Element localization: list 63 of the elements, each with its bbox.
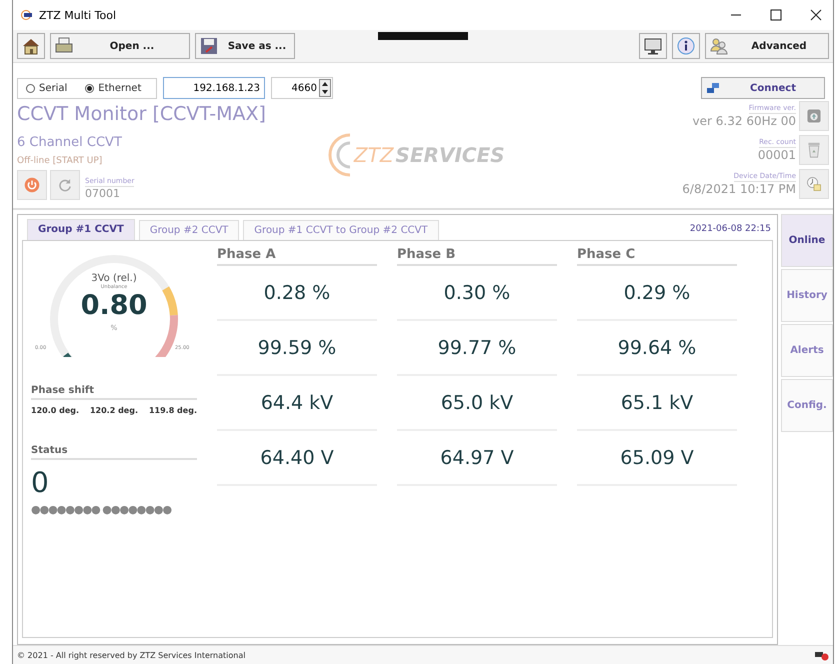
phase-reading: 0.29 %: [624, 282, 690, 304]
advanced-button[interactable]: Advanced: [705, 33, 829, 59]
users-icon: [710, 37, 728, 55]
phase-reading: 64.97 V: [440, 446, 514, 468]
device-subtitle: 6 Channel CCVT: [17, 135, 123, 150]
radio-option[interactable]: Ethernet: [85, 82, 142, 94]
logo-swoosh-icon: [326, 133, 352, 177]
disconnected-icon: [815, 649, 829, 661]
phase-shift-value: 120.2 deg.: [90, 406, 138, 415]
phase-reading: 99.64 %: [618, 336, 696, 358]
phase-shift-value: 120.0 deg.: [31, 406, 80, 415]
spinner-arrows-icon[interactable]: [319, 79, 331, 97]
logo-word: SERVICES: [396, 143, 505, 167]
gauge-title: 3Vo (rel.): [91, 273, 137, 284]
phase-reading: 65.09 V: [620, 446, 694, 468]
group-tab[interactable]: Group #1 CCVT: [27, 219, 135, 240]
phase-shift-value: 119.8 deg.: [148, 406, 197, 415]
gauge-warning-zone: [162, 286, 178, 316]
printer-icon: [55, 37, 73, 55]
side-tab[interactable]: Online: [781, 214, 833, 267]
info-button[interactable]: [672, 33, 700, 59]
monitor-button[interactable]: [639, 33, 667, 59]
phase-reading: 99.59 %: [258, 336, 336, 358]
connection-state: Off-line [START UP]: [17, 156, 104, 166]
section-heading: Phase shift: [31, 385, 197, 400]
save-as-button[interactable]: Save as ...: [195, 33, 295, 59]
connect-button[interactable]: Connect: [701, 77, 825, 99]
status-value: 0: [31, 466, 50, 499]
port-field[interactable]: 4660: [271, 77, 333, 99]
phase-reading: 0.28 %: [264, 282, 330, 304]
phase-heading: Phase A: [217, 247, 377, 266]
phase-reading: 99.77 %: [438, 336, 516, 358]
device-title: CCVT Monitor [CCVT-MAX]: [17, 103, 266, 125]
section-heading: Status: [31, 445, 197, 460]
phase-reading: 64.40 V: [260, 446, 334, 468]
serial-number-value: 07001: [85, 187, 121, 200]
power-button[interactable]: [17, 170, 47, 200]
logo-brand: ZTZ: [354, 143, 394, 167]
phase-reading: 65.1 kV: [620, 392, 694, 414]
timestamp: 2021-06-08 22:15: [690, 224, 772, 236]
info-value: 6/8/2021 10:17 PM: [682, 182, 796, 196]
phase-heading: Phase B: [397, 247, 557, 266]
open-button[interactable]: Open ...: [50, 33, 190, 59]
status-bar-text: © 2021 - All right reserved by ZTZ Services International: [17, 650, 246, 660]
plug-icon: [706, 82, 720, 94]
window-title: ZTZ Multi Tool: [39, 8, 116, 22]
phase-reading: 64.4 kV: [260, 392, 334, 414]
radio-option[interactable]: Serial: [26, 82, 68, 94]
phase-reading: 65.0 kV: [440, 392, 514, 414]
monitor-icon: [644, 37, 662, 55]
gauge-indicator: [63, 352, 74, 357]
info-icon: [677, 37, 695, 55]
house-icon: [22, 37, 40, 55]
info-value: ver 6.32 60Hz 00: [692, 114, 796, 128]
phase-heading: Phase C: [577, 247, 737, 266]
address-field[interactable]: 192.168.1.23: [163, 77, 265, 99]
status-bits: ●●●●●●●● ●●●●●●●●: [31, 503, 172, 516]
gauge-value: 0.80: [80, 290, 148, 322]
home-button[interactable]: [17, 33, 45, 59]
phase-reading: 0.30 %: [444, 282, 510, 304]
drag-handle[interactable]: [378, 32, 468, 40]
info-value: 00001: [758, 148, 796, 162]
app-logo-icon: [21, 10, 33, 20]
